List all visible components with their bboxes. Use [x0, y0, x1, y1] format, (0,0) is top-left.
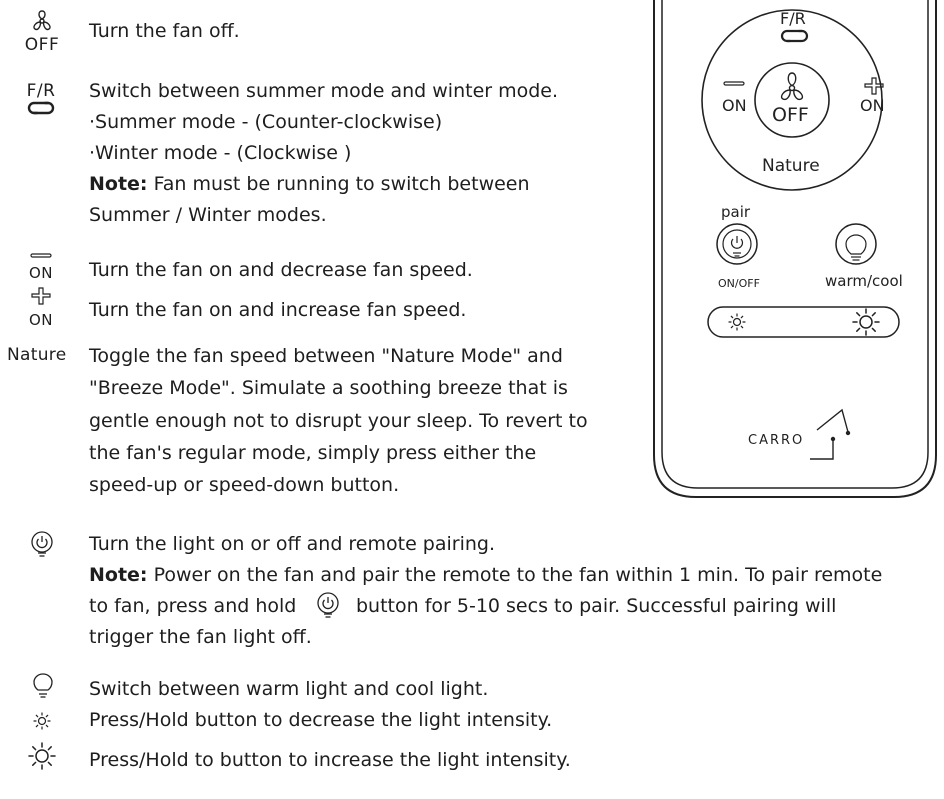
instruction-pair-note: Note: Power on the fan and pair the remo…	[89, 560, 882, 591]
minus-on-label: ON	[28, 264, 54, 282]
light-power-icon	[30, 531, 54, 557]
note-text: Power on the fan and pair the remote to …	[147, 564, 883, 586]
minus-icon	[30, 253, 52, 259]
bright-sun-icon	[28, 742, 56, 770]
instruction-speed-down: Turn the fan on and decrease fan speed.	[89, 259, 473, 281]
remote-onoff-label: ON/OFF	[718, 277, 760, 290]
remote-fr-label: F/R	[780, 9, 806, 28]
fr-label: F/R	[26, 81, 56, 101]
instruction-nature-2: "Breeze Mode". Simulate a soothing breez…	[89, 377, 568, 399]
dim-sun-icon	[33, 712, 51, 730]
instruction-fr-note2: Summer / Winter modes.	[89, 204, 327, 226]
reverse-icon	[27, 100, 55, 116]
remote-off-label: OFF	[772, 104, 809, 126]
note-text: Fan must be running to switch between	[147, 173, 530, 195]
instruction-nature-4: the fan's regular mode, simply press eit…	[89, 442, 537, 464]
instruction-speed-up: Turn the fan on and increase fan speed.	[89, 299, 467, 321]
instruction-nature-5: speed-up or speed-down button.	[89, 474, 400, 496]
instruction-fr-note: Note: Fan must be running to switch betw…	[89, 169, 530, 200]
instruction-fr-winter: ·Winter mode - (Clockwise )	[89, 142, 352, 164]
note-label: Note:	[89, 173, 148, 195]
instruction-dim: Press/Hold button to decrease the light …	[89, 709, 553, 731]
off-label: OFF	[24, 35, 60, 55]
remote-warmcool-label: warm/cool	[825, 272, 903, 290]
light-power-icon	[316, 592, 340, 618]
remote-minus-on-label: ON	[722, 96, 747, 115]
remote-illustration: F/R ON ON OFF Nature pair ON/OFF warm/co…	[640, 0, 944, 505]
instruction-pair-note3: trigger the fan light off.	[89, 626, 312, 648]
instruction-fr-summer: ·Summer mode - (Counter-clockwise)	[89, 111, 443, 133]
instruction-pair-note2b: button for 5-10 secs to pair. Successful…	[356, 595, 837, 617]
remote-plus-on-label: ON	[860, 96, 885, 115]
instruction-fr: Switch between summer mode and winter mo…	[89, 80, 559, 102]
plus-icon	[31, 287, 51, 305]
remote-nature-label: Nature	[762, 156, 820, 176]
instruction-fan-off: Turn the fan off.	[89, 20, 240, 42]
note-label: Note:	[89, 564, 148, 586]
bulb-icon	[33, 673, 53, 699]
instruction-warm-cool: Switch between warm light and cool light…	[89, 678, 489, 700]
remote-brand-logo: CARRO	[748, 433, 805, 448]
remote-pair-label: pair	[721, 203, 751, 221]
fan-off-icon	[27, 10, 57, 32]
plus-on-label: ON	[28, 311, 54, 329]
instruction-light-power: Turn the light on or off and remote pair…	[89, 533, 496, 555]
instruction-bright: Press/Hold to button to increase the lig…	[89, 749, 571, 771]
instruction-nature-3: gentle enough not to disrupt your sleep.…	[89, 410, 588, 432]
nature-label: Nature	[7, 345, 67, 365]
instruction-nature-1: Toggle the fan speed between "Nature Mod…	[89, 345, 563, 367]
instruction-pair-note2a: to fan, press and hold	[89, 595, 297, 617]
